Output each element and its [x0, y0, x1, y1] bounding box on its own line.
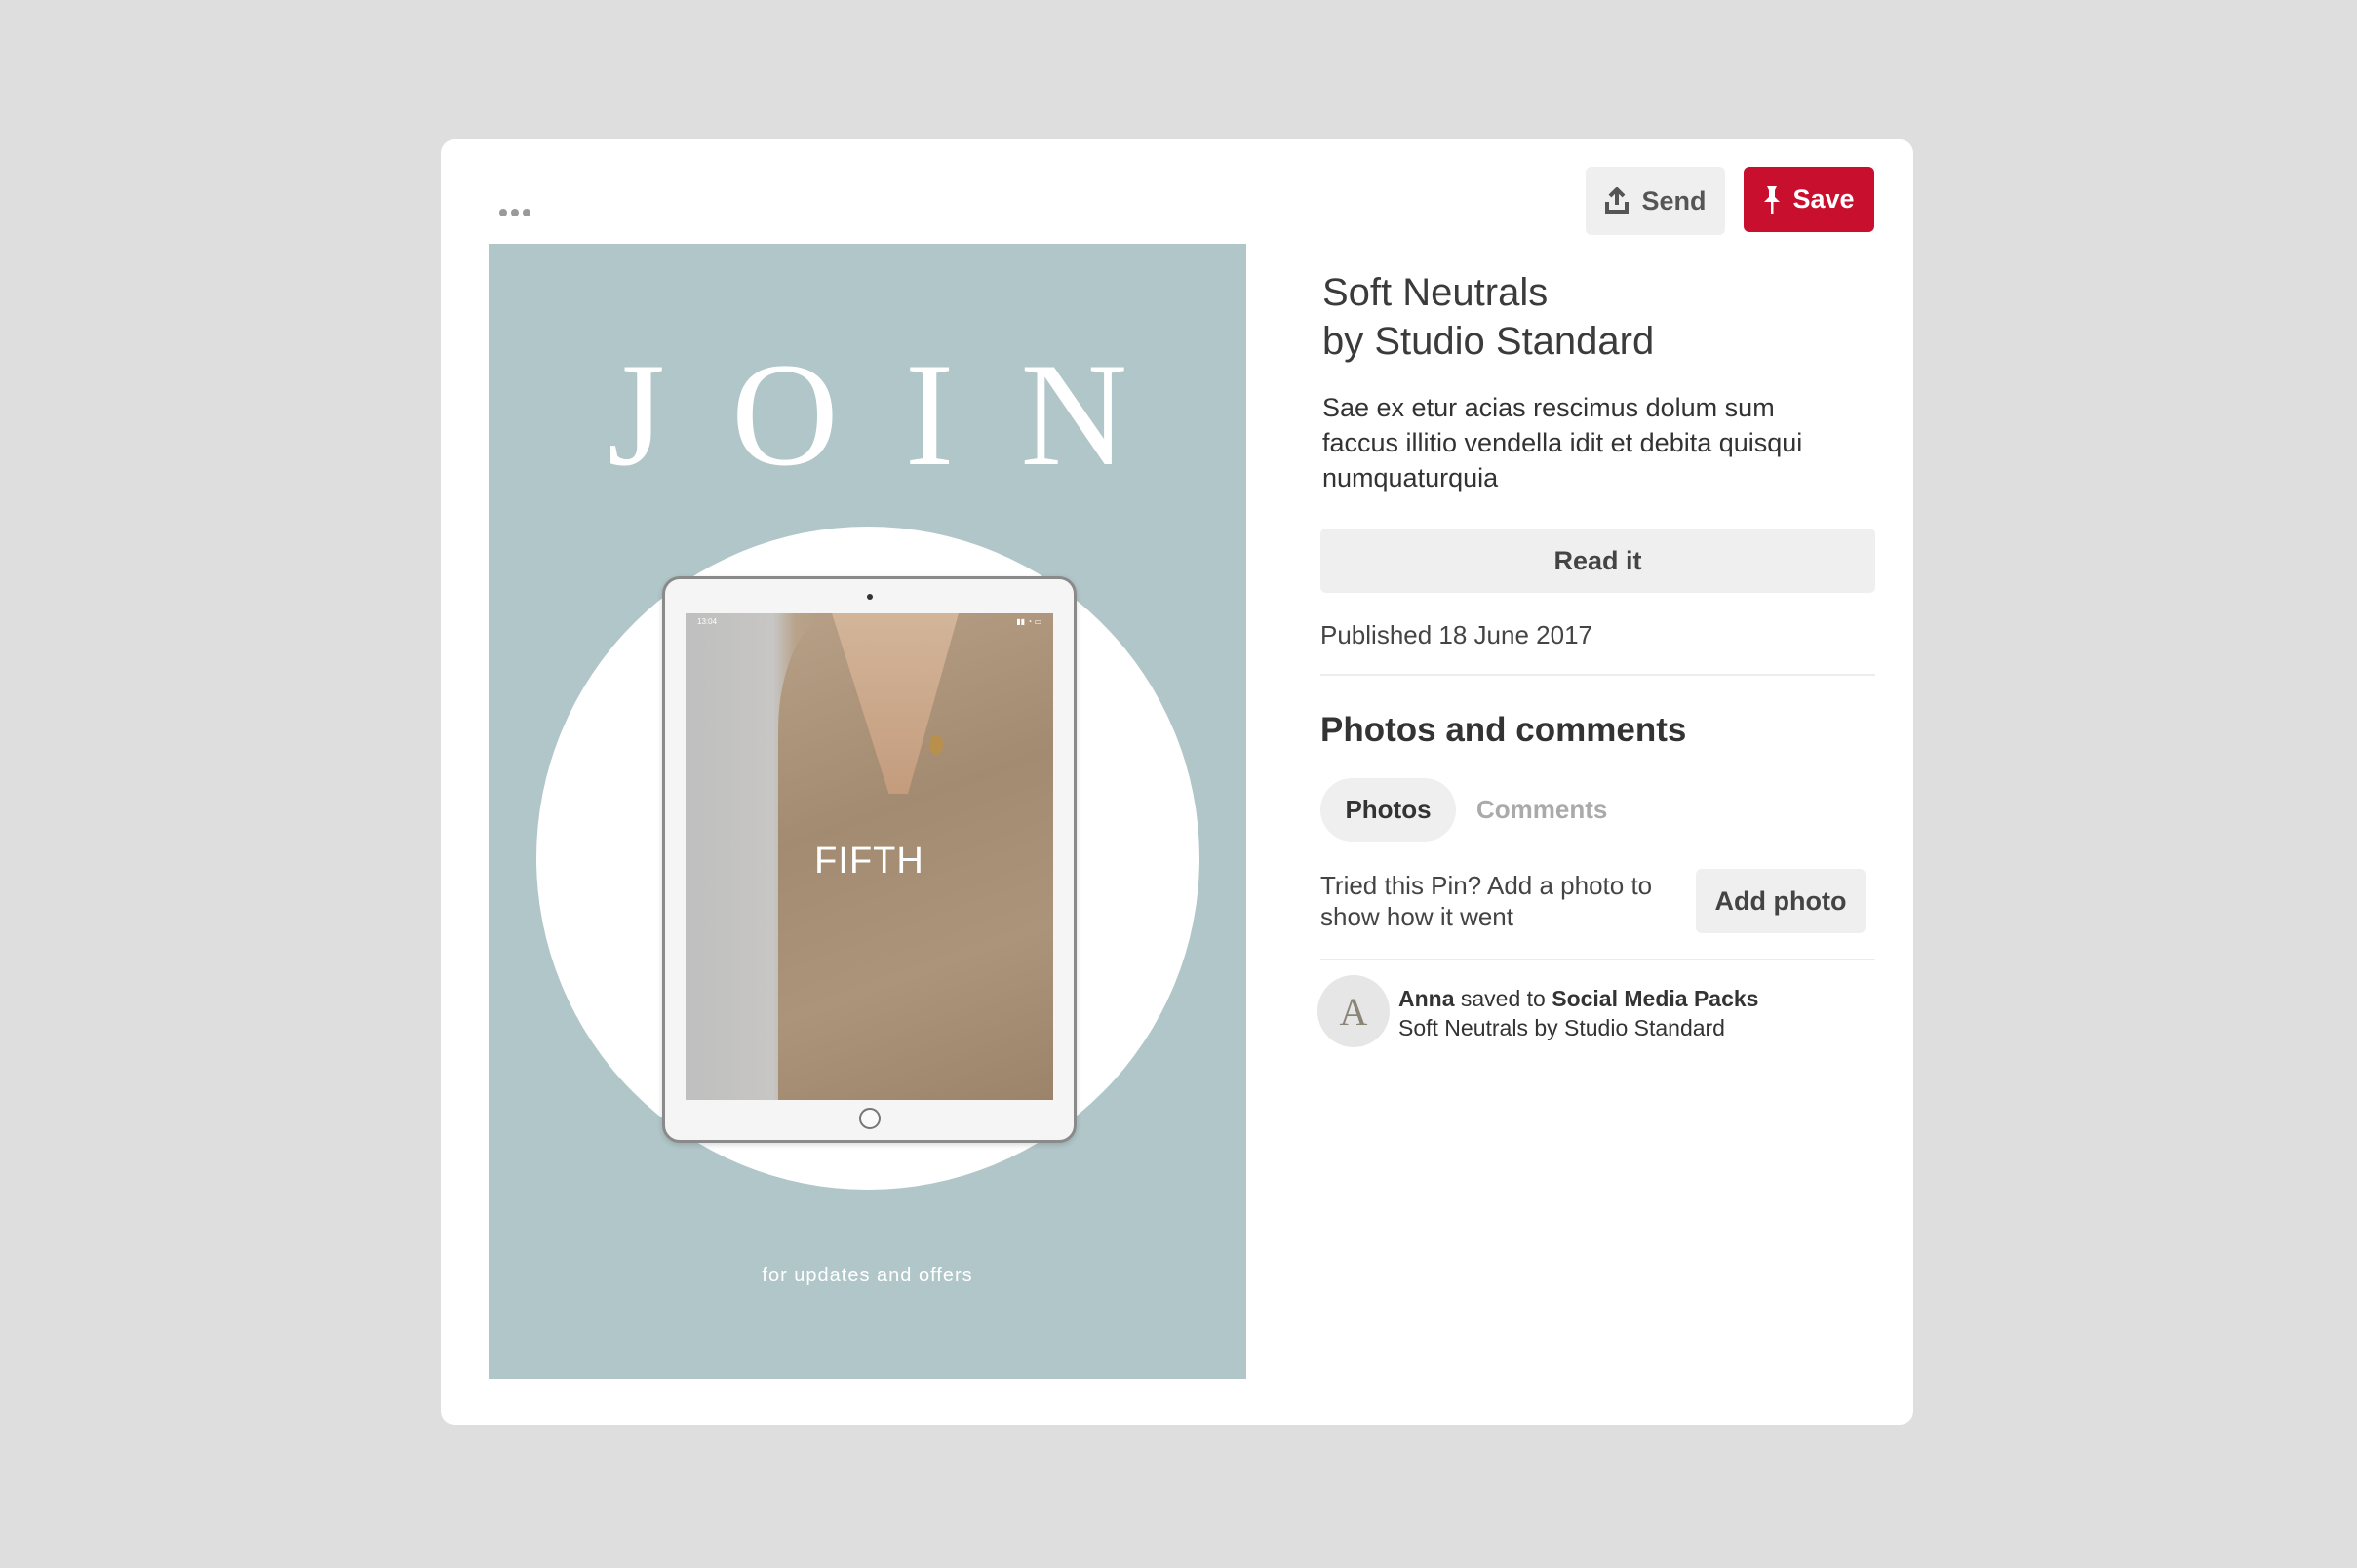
dot — [499, 209, 507, 216]
dot — [511, 209, 519, 216]
pin-image[interactable]: JOIN 13:04 ▮▮ ◔ ▭ FIFTH for updates and … — [489, 244, 1246, 1379]
activity-board[interactable]: Social Media Packs — [1552, 986, 1758, 1011]
activity-action: saved to — [1460, 986, 1546, 1011]
more-options-icon[interactable] — [493, 198, 536, 227]
tablet-mockup: 13:04 ▮▮ ◔ ▭ FIFTH — [662, 576, 1077, 1143]
pin-title-line1: Soft Neutrals — [1322, 271, 1549, 314]
tablet-screen: 13:04 ▮▮ ◔ ▭ FIFTH — [686, 613, 1053, 1100]
status-icons: ▮▮ ◔ ▭ — [1016, 617, 1041, 626]
read-it-button[interactable]: Read it — [1320, 529, 1875, 593]
avatar[interactable]: A — [1317, 975, 1390, 1047]
pin-title-line2: by Studio Standard — [1322, 320, 1655, 363]
send-label: Send — [1641, 185, 1707, 216]
activity-line1: Anna saved to Social Media Packs — [1398, 984, 1866, 1013]
tablet-home-button — [858, 1108, 881, 1129]
activity-pin-name: Soft Neutrals by Studio Standard — [1398, 1015, 1725, 1040]
pin-icon — [1764, 185, 1781, 214]
section-title: Photos and comments — [1320, 711, 1687, 749]
add-photo-prompt: Tried this Pin? Add a photo to show how … — [1320, 871, 1653, 931]
screen-pendant — [929, 735, 943, 755]
dot — [523, 209, 530, 216]
pin-card: Send Save JOIN 13:04 ▮▮ ◔ ▭ FIFTH for up… — [441, 139, 1913, 1425]
screen-title: FIFTH — [814, 841, 924, 882]
save-label: Save — [1792, 184, 1855, 214]
activity-item: Anna saved to Social Media Packs Soft Ne… — [1398, 984, 1866, 1042]
activity-user[interactable]: Anna — [1398, 986, 1455, 1011]
tab-photos[interactable]: Photos — [1320, 778, 1456, 842]
status-time: 13:04 — [697, 617, 718, 626]
share-upload-icon — [1605, 187, 1630, 214]
divider — [1320, 959, 1875, 960]
tab-comments[interactable]: Comments — [1476, 778, 1607, 842]
pin-caption: for updates and offers — [762, 1265, 973, 1286]
published-date: Published 18 June 2017 — [1320, 620, 1593, 649]
send-button[interactable]: Send — [1586, 167, 1725, 235]
add-photo-button[interactable]: Add photo — [1696, 869, 1866, 933]
save-button[interactable]: Save — [1744, 167, 1874, 232]
screen-status-bar: 13:04 ▮▮ ◔ ▭ — [686, 617, 1053, 626]
pin-description: Sae ex etur acias rescimus dolum sum fac… — [1322, 393, 1803, 492]
pin-title: Soft Neutrals by Studio Standard — [1322, 268, 1868, 366]
divider — [1320, 674, 1875, 676]
pin-headline: JOIN — [607, 333, 1195, 496]
tablet-camera — [866, 594, 873, 600]
